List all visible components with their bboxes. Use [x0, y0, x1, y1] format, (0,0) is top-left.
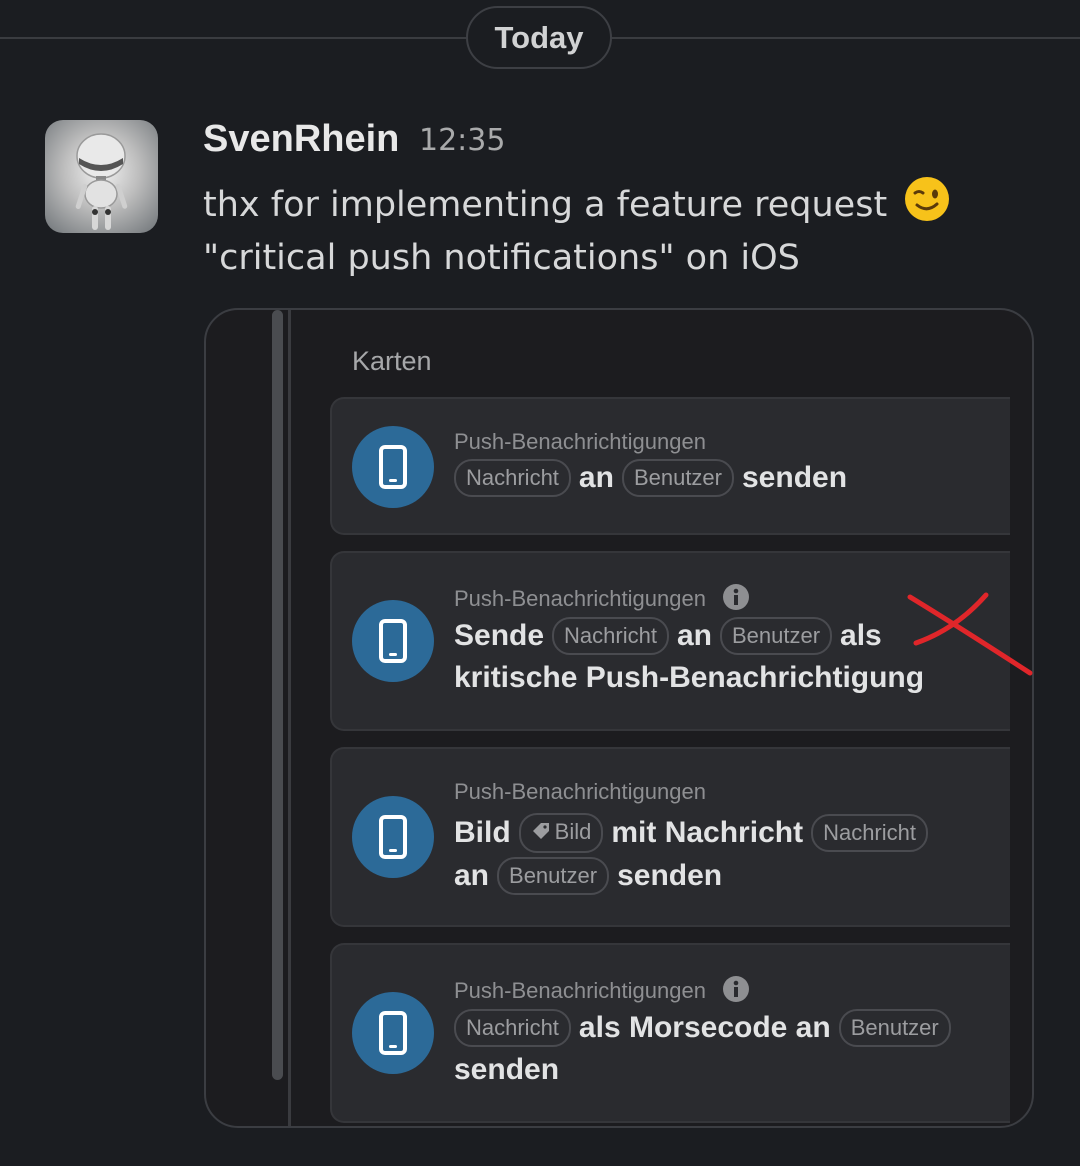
info-icon[interactable] — [722, 975, 750, 1009]
card-word: an — [676, 619, 712, 652]
card-text-row: Bild Bild mit Nachricht Nachricht — [454, 813, 936, 853]
card-category: Push-Benachrichtigungen — [454, 583, 750, 617]
info-icon[interactable] — [722, 583, 750, 617]
card-word: an — [454, 859, 490, 892]
card-text-row: senden — [454, 1053, 567, 1087]
card-word: Bild — [454, 816, 511, 849]
card-category-label: Push-Benachrichtigungen — [454, 586, 706, 611]
card-category-label: Push-Benachrichtigungen — [454, 978, 706, 1003]
parameter-chip: Nachricht — [811, 814, 928, 852]
message-timestamp[interactable]: 12:35 — [419, 123, 505, 158]
chip-label: Bild — [554, 819, 592, 844]
card-word: senden — [617, 859, 723, 892]
parameter-chip: Benutzer — [497, 857, 610, 895]
card-text-row: Sende Nachricht an Benutzer als — [454, 617, 890, 655]
card-word: als — [840, 619, 882, 652]
parameter-chip: Nachricht — [454, 1009, 571, 1047]
date-divider: Today — [0, 0, 1080, 80]
card-text-row: Nachricht als Morsecode an Benutzer — [454, 1009, 959, 1047]
message-text-line-2: "critical push notifications" on iOS — [203, 238, 800, 278]
card-word: senden — [742, 461, 848, 494]
card-word: senden — [454, 1053, 560, 1086]
scrollbar[interactable] — [272, 310, 284, 1080]
tag-icon — [531, 821, 551, 847]
phone-icon — [352, 426, 434, 508]
parameter-chip: Nachricht — [454, 459, 571, 497]
wink-emoji-icon — [904, 176, 950, 231]
phone-icon — [352, 600, 434, 682]
card-word: an — [578, 461, 614, 494]
card-category: Push-Benachrichtigungen — [454, 975, 750, 1009]
parameter-chip: Benutzer — [719, 617, 833, 655]
message-text-line-1: thx for implementing a feature request — [203, 176, 950, 231]
phone-icon — [352, 992, 434, 1074]
phone-icon — [352, 796, 434, 878]
image-attachment[interactable]: Karten Push-Benachrichtigungen Nachricht… — [204, 308, 1034, 1128]
cards-section-title: Karten — [352, 346, 432, 376]
message-text: thx for implementing a feature request — [203, 185, 888, 225]
card-text-row: Nachricht an Benutzer senden — [454, 459, 855, 497]
parameter-chip: Bild — [518, 813, 604, 853]
card-word: kritische Push-Benachrichtigung — [454, 661, 925, 694]
date-pill[interactable]: Today — [466, 6, 612, 69]
avatar[interactable] — [45, 120, 158, 233]
red-cross-annotation — [907, 592, 1033, 676]
panel-divider — [288, 310, 291, 1126]
card-category: Push-Benachrichtigungen — [454, 779, 706, 804]
card-word: als Morsecode an — [578, 1011, 831, 1044]
scroll-thumb[interactable] — [272, 310, 283, 1080]
parameter-chip: Nachricht — [552, 617, 669, 655]
action-card[interactable]: Push-Benachrichtigungen Nachricht als Mo… — [330, 943, 1010, 1123]
card-text-row: kritische Push-Benachrichtigung — [454, 661, 932, 695]
action-card[interactable]: Push-Benachrichtigungen Nachricht an Ben… — [330, 397, 1010, 535]
robot-avatar-image — [75, 133, 128, 230]
parameter-chip: Benutzer — [621, 459, 734, 497]
action-card[interactable]: Push-Benachrichtigungen Bild Bild mit Na… — [330, 747, 1010, 927]
card-word: mit Nachricht — [611, 816, 804, 849]
card-category: Push-Benachrichtigungen — [454, 429, 706, 454]
message-author[interactable]: SvenRhein — [203, 118, 399, 161]
parameter-chip: Benutzer — [838, 1009, 951, 1047]
card-word: Sende — [454, 619, 545, 652]
card-text-row: an Benutzer senden — [454, 857, 730, 895]
